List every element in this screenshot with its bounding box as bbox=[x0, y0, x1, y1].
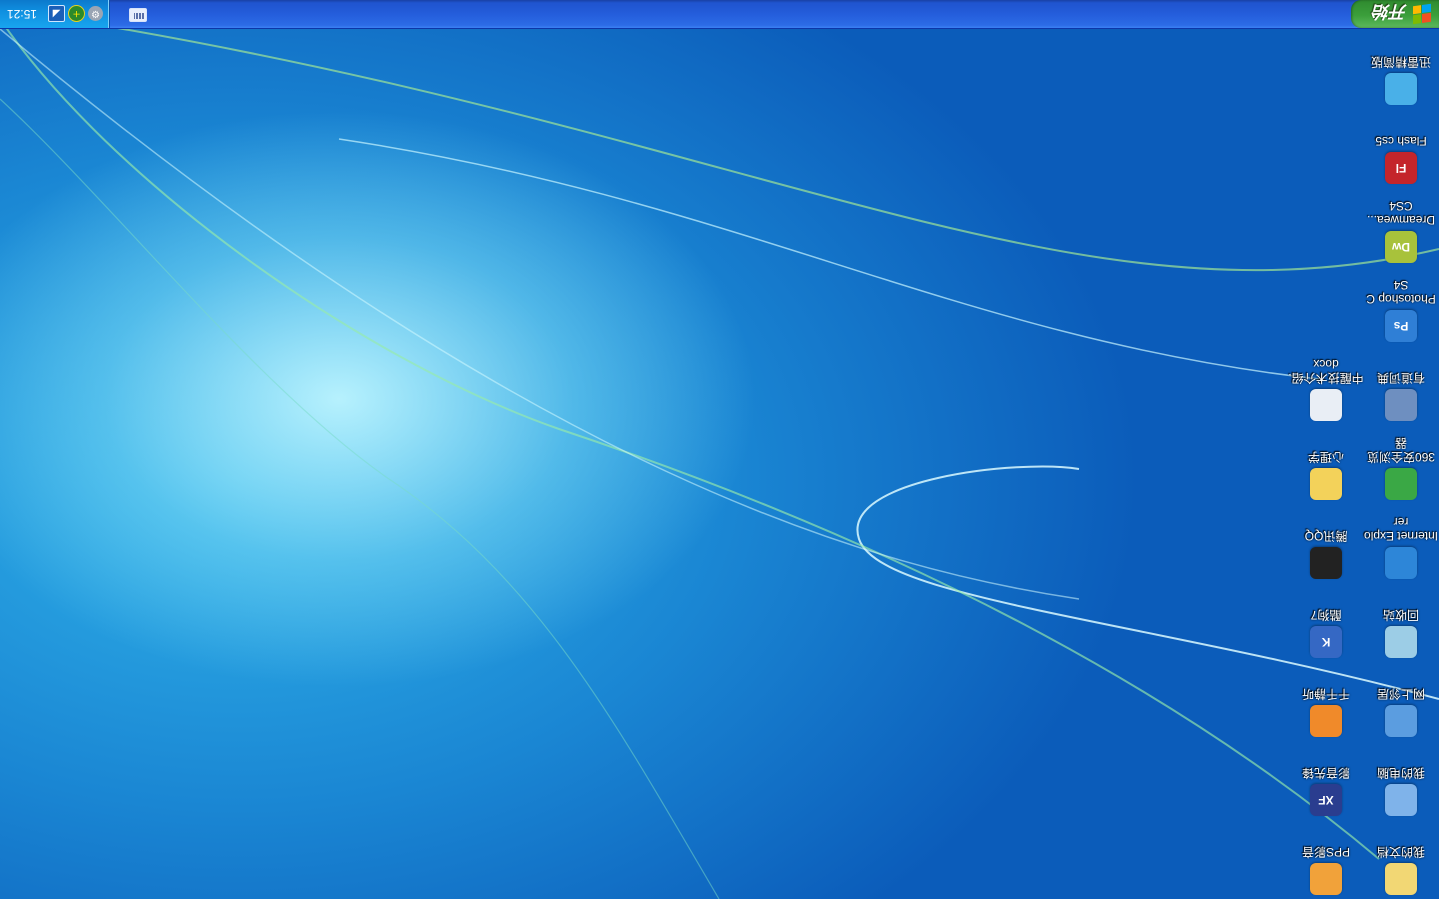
youdao-dictionary-icon bbox=[1385, 389, 1417, 421]
recycle-bin-icon bbox=[1385, 626, 1417, 658]
desktop-icon[interactable]: 有道词典 bbox=[1363, 345, 1439, 421]
360-browser-icon bbox=[1385, 468, 1417, 500]
desktop-icon-label: PPS影音 bbox=[1302, 845, 1351, 859]
desktop-icon[interactable]: Dw Dreamwea... CS4 bbox=[1363, 187, 1439, 263]
desktop-icon[interactable]: Fl Flash cs5 bbox=[1363, 108, 1439, 184]
desktop-icon[interactable]: 我的电脑 bbox=[1363, 740, 1439, 816]
start-label: 开始 bbox=[1373, 1, 1407, 22]
desktop-icon-label: 我的文档 bbox=[1377, 845, 1426, 859]
desktop-icon[interactable]: 心理学 bbox=[1288, 424, 1364, 500]
desktop-icon[interactable]: PPS影音 bbox=[1288, 819, 1364, 895]
rotated-screen: 我的文档 我的电脑 网上邻居 回收站 Internet Explorer 360安全浏览器… bbox=[0, 0, 1439, 899]
network-icon[interactable]: ◢ bbox=[48, 5, 65, 23]
desktop-icon-label: 心理学 bbox=[1308, 450, 1345, 464]
wallpaper-swoosh-lines bbox=[0, 8, 1439, 899]
desktop-icon[interactable]: 网上邻居 bbox=[1363, 661, 1439, 737]
dreamweaver-icon: Dw bbox=[1385, 231, 1417, 263]
desktop-icon-label: 千千静听 bbox=[1302, 687, 1351, 701]
desktop-icon-label: 我的电脑 bbox=[1377, 766, 1426, 780]
desktop-icon[interactable]: Internet Explorer bbox=[1363, 503, 1439, 579]
desktop-icon[interactable]: 回收站 bbox=[1363, 582, 1439, 658]
desktop-icon[interactable]: 360安全浏览器 bbox=[1363, 424, 1439, 500]
system-tray: ⚙ + ◢ 15:21 bbox=[0, 0, 110, 28]
computer-icon bbox=[1385, 784, 1417, 816]
taskbar: 开始 ⚙ + ◢ 15:21 bbox=[0, 0, 1439, 29]
desktop-icon[interactable]: 腾讯QQ bbox=[1288, 503, 1364, 579]
clock[interactable]: 15:21 bbox=[7, 7, 37, 21]
start-button[interactable]: 开始 bbox=[1351, 0, 1439, 28]
network-neighborhood-icon bbox=[1385, 705, 1417, 737]
desktop-icon-label: Photoshop CS4 bbox=[1366, 278, 1436, 306]
internet-explorer-icon bbox=[1385, 547, 1417, 579]
desktop-icon[interactable]: Ps Photoshop CS4 bbox=[1363, 266, 1439, 342]
desktop-icon[interactable]: XF 影音先锋 bbox=[1288, 740, 1364, 816]
folder-icon bbox=[1310, 468, 1342, 500]
desktop-icon-label: Internet Explorer bbox=[1363, 515, 1439, 543]
desktop-icon-label: 影音先锋 bbox=[1302, 766, 1351, 780]
desktop-icon-label: Dreamwea... CS4 bbox=[1366, 199, 1436, 227]
word-document-icon bbox=[1310, 389, 1342, 421]
windows-logo-icon bbox=[1413, 3, 1431, 25]
ttplayer-icon bbox=[1310, 705, 1342, 737]
desktop-icon-label: 360安全浏览器 bbox=[1366, 436, 1436, 464]
desktop-icon-label: 回收站 bbox=[1383, 608, 1420, 622]
desktop-icon-label: 网上邻居 bbox=[1377, 687, 1426, 701]
desktop-icon-label: 有道词典 bbox=[1377, 371, 1426, 385]
desktop-icon[interactable]: 中醒技术介绍.docx bbox=[1288, 345, 1364, 421]
pps-player-icon bbox=[1310, 863, 1342, 895]
desktop-icon-label: 腾讯QQ bbox=[1304, 529, 1348, 543]
xunlei-icon bbox=[1385, 73, 1417, 105]
folder-document-icon bbox=[1385, 863, 1417, 895]
desktop-icon[interactable]: 千千静听 bbox=[1288, 661, 1364, 737]
desktop-icon-label: 中醒技术介绍.docx bbox=[1288, 357, 1364, 385]
desktop-icon[interactable]: 迅雷精简版 bbox=[1363, 29, 1439, 105]
xfplay-icon: XF bbox=[1310, 784, 1342, 816]
desktop-icon-label: 酷狗7 bbox=[1310, 608, 1342, 622]
gear-icon[interactable]: ⚙ bbox=[88, 6, 103, 22]
qq-penguin-icon bbox=[1310, 547, 1342, 579]
desktop-icon-label: Flash cs5 bbox=[1375, 134, 1427, 148]
desktop-icon[interactable]: 我的文档 bbox=[1363, 819, 1439, 895]
keyboard-icon[interactable] bbox=[129, 8, 147, 22]
desktop-icon[interactable]: K 酷狗7 bbox=[1288, 582, 1364, 658]
kugou-icon: K bbox=[1310, 626, 1342, 658]
photoshop-icon: Ps bbox=[1385, 310, 1417, 342]
flash-icon: Fl bbox=[1385, 152, 1417, 184]
desktop-icon-label: 迅雷精简版 bbox=[1371, 55, 1432, 69]
security-guard-icon[interactable]: + bbox=[68, 5, 85, 23]
